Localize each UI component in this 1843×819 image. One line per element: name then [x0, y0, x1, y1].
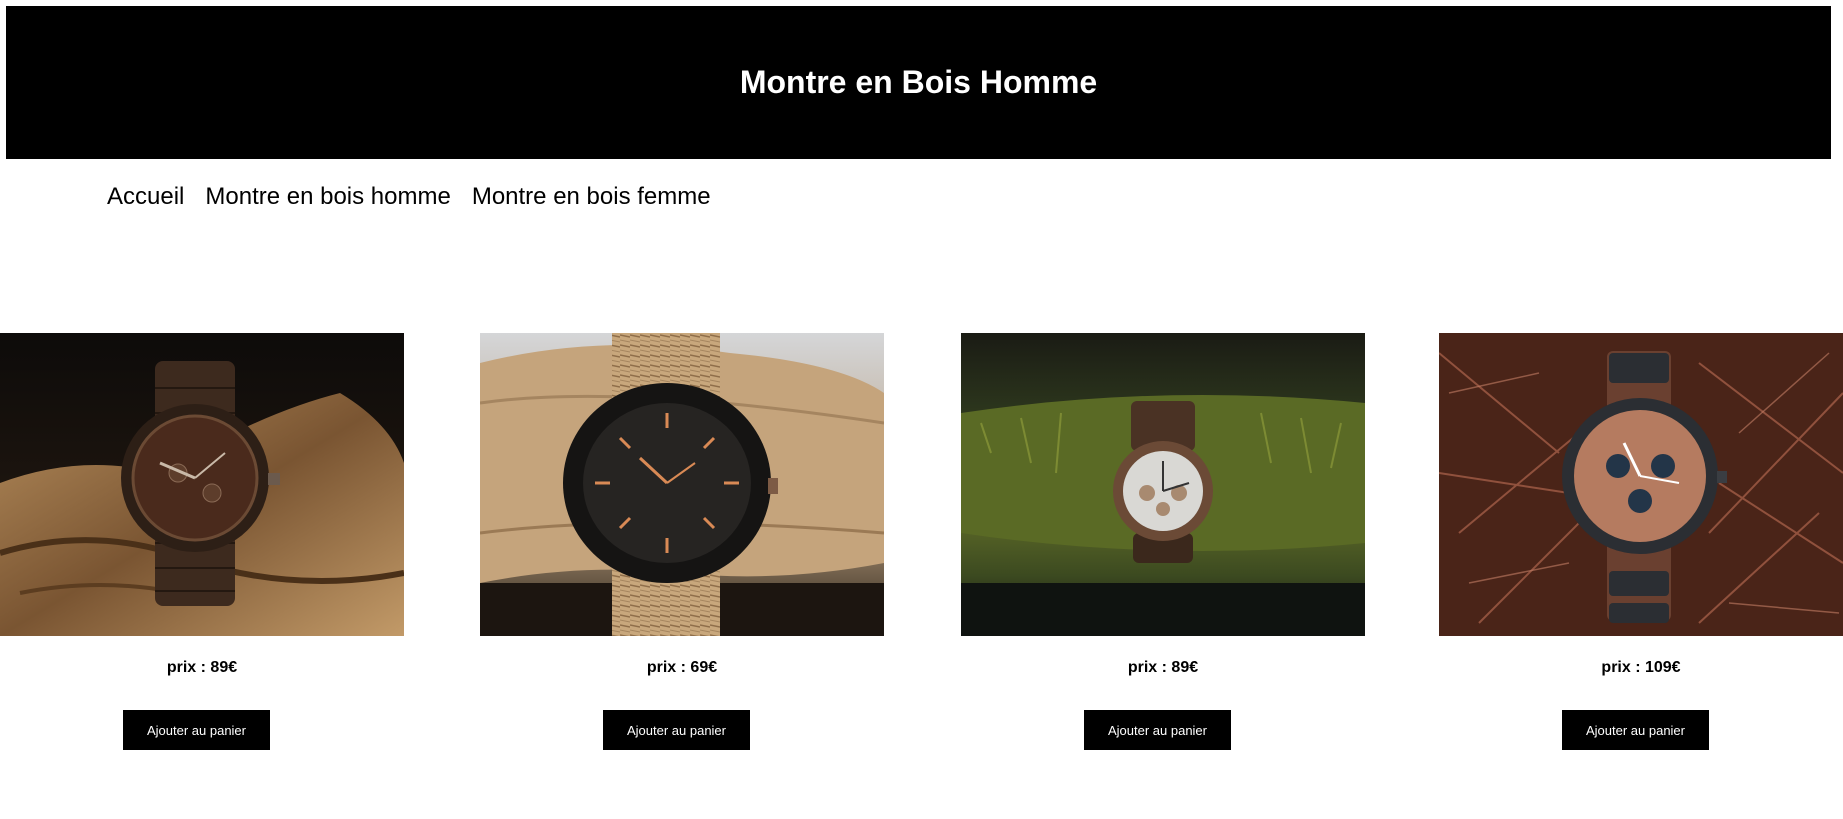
product-image[interactable] — [961, 333, 1365, 636]
add-to-cart-button[interactable]: Ajouter au panier — [1562, 710, 1709, 750]
product-image[interactable] — [0, 333, 404, 636]
nav-link-montre-homme[interactable]: Montre en bois homme — [205, 183, 450, 211]
main-nav: Accueil Montre en bois homme Montre en b… — [107, 183, 711, 211]
product-card: prix : 89€ Ajouter au panier — [0, 333, 404, 753]
add-to-cart-button[interactable]: Ajouter au panier — [1084, 710, 1231, 750]
site-header: Montre en Bois Homme — [6, 6, 1831, 159]
nav-link-accueil[interactable]: Accueil — [107, 183, 184, 211]
product-card: prix : 89€ Ajouter au panier — [961, 333, 1365, 753]
product-image[interactable] — [1439, 333, 1843, 636]
product-price: prix : 109€ — [1601, 659, 1681, 676]
add-to-cart-button[interactable]: Ajouter au panier — [603, 710, 750, 750]
product-grid: prix : 89€ Ajouter au panier prix: 69€ … — [0, 333, 1843, 753]
product-card: prix : 69€ Ajouter au panier — [480, 333, 884, 753]
product-price: prix : 89€ — [1127, 659, 1199, 676]
product-image[interactable] — [480, 333, 884, 636]
nav-link-montre-femme[interactable]: Montre en bois femme — [472, 183, 711, 211]
product-card: prix : 109€ Ajouter au panier — [1439, 333, 1843, 753]
product-price: prix : 69€ — [646, 659, 718, 676]
page: Montre en Bois Homme Accueil Montre en b… — [0, 0, 1843, 819]
product-price: prix : 89€ — [166, 659, 238, 676]
page-title: Montre en Bois Homme — [739, 64, 1098, 100]
add-to-cart-button[interactable]: Ajouter au panier — [123, 710, 270, 750]
